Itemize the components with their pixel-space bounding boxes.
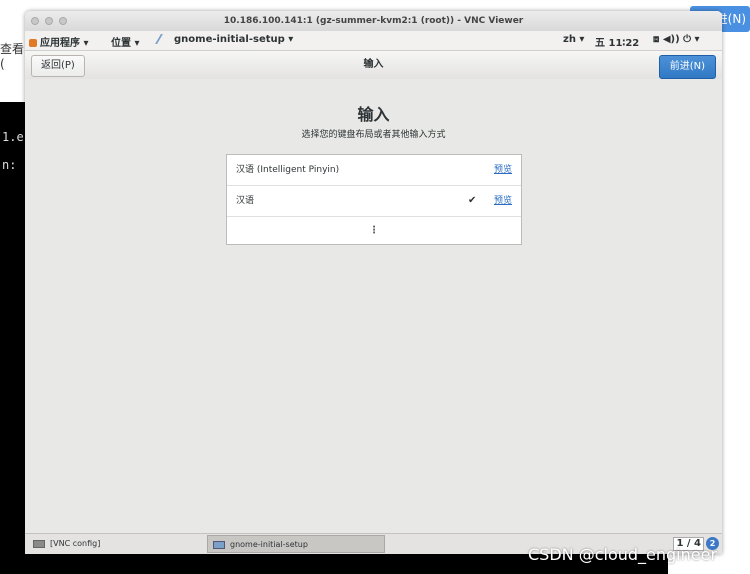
page-subtitle: 选择您的键盘布局或者其他输入方式: [301, 130, 446, 140]
vnc-viewer-window: 10.186.100.141:1 (gz-summer-kvm2:1 (root…: [25, 11, 722, 554]
next-button[interactable]: 前进(N): [658, 55, 716, 79]
system-status-icons[interactable]: ⧈ ◀)) ⏻ ▾: [653, 34, 700, 45]
input-source-row[interactable]: 汉语 (Intelligent Pinyin) 预览: [227, 155, 521, 186]
setup-wand-icon: [155, 34, 175, 44]
input-source-list: 汉语 (Intelligent Pinyin) 预览 汉语 ✔ 预览 ⋮: [226, 154, 522, 245]
background-right-panel: [722, 0, 750, 574]
preview-link[interactable]: 预览: [494, 186, 512, 216]
applications-icon: [29, 39, 37, 47]
more-vertical-icon: ⋮: [369, 225, 379, 236]
applications-menu[interactable]: 应用程序 ▾: [29, 34, 89, 49]
taskbar-item-label: [VNC config]: [50, 539, 101, 548]
more-input-sources-row[interactable]: ⋮: [227, 217, 521, 244]
background-terminal: 1.e n:: [0, 102, 25, 574]
taskbar-item-gnome-initial-setup[interactable]: gnome-initial-setup: [207, 535, 385, 553]
vnc-titlebar[interactable]: 10.186.100.141:1 (gz-summer-kvm2:1 (root…: [25, 11, 722, 31]
minimize-window-button[interactable]: [45, 17, 53, 25]
checkmark-icon: ✔: [468, 195, 477, 206]
setup-wand-icon: [213, 541, 225, 549]
app-menu-label: gnome-initial-setup ▾: [174, 34, 294, 45]
taskbar-item-vnc-config[interactable]: [VNC config]: [28, 535, 204, 553]
language-indicator[interactable]: zh ▾: [563, 34, 584, 45]
vnc-window-title: 10.186.100.141:1 (gz-summer-kvm2:1 (root…: [223, 16, 524, 26]
input-source-label: 汉语: [236, 196, 255, 206]
clock[interactable]: 五 11∶22: [595, 34, 639, 49]
input-source-row[interactable]: 汉语 ✔ 预览: [227, 186, 521, 217]
app-menu[interactable]: gnome-initial-setup ▾: [155, 34, 294, 45]
background-left-text: 查看(: [0, 42, 25, 71]
window-controls: [31, 17, 67, 25]
taskbar-item-label: gnome-initial-setup: [230, 540, 308, 549]
page-title: 输入: [357, 105, 390, 124]
setup-headerbar: 返回(P) 输入 前进(N): [25, 51, 722, 80]
setup-content: 输入 选择您的键盘布局或者其他输入方式 汉语 (Intelligent Piny…: [25, 79, 722, 534]
terminal-line-1: 1.e: [2, 130, 24, 144]
places-menu[interactable]: 位置 ▾: [111, 34, 140, 49]
monitor-icon: [33, 540, 45, 548]
applications-label: 应用程序 ▾: [40, 38, 89, 49]
input-source-label: 汉语 (Intelligent Pinyin): [236, 165, 340, 175]
gnome-top-bar: 应用程序 ▾ 位置 ▾ gnome-initial-setup ▾ zh ▾ 五…: [25, 31, 722, 51]
terminal-line-2: n:: [2, 158, 17, 172]
close-window-button[interactable]: [31, 17, 39, 25]
preview-link[interactable]: 预览: [494, 155, 512, 185]
header-title: 输入: [363, 59, 384, 70]
maximize-window-button[interactable]: [59, 17, 67, 25]
watermark: CSDN @cloud_engineer: [528, 545, 718, 564]
